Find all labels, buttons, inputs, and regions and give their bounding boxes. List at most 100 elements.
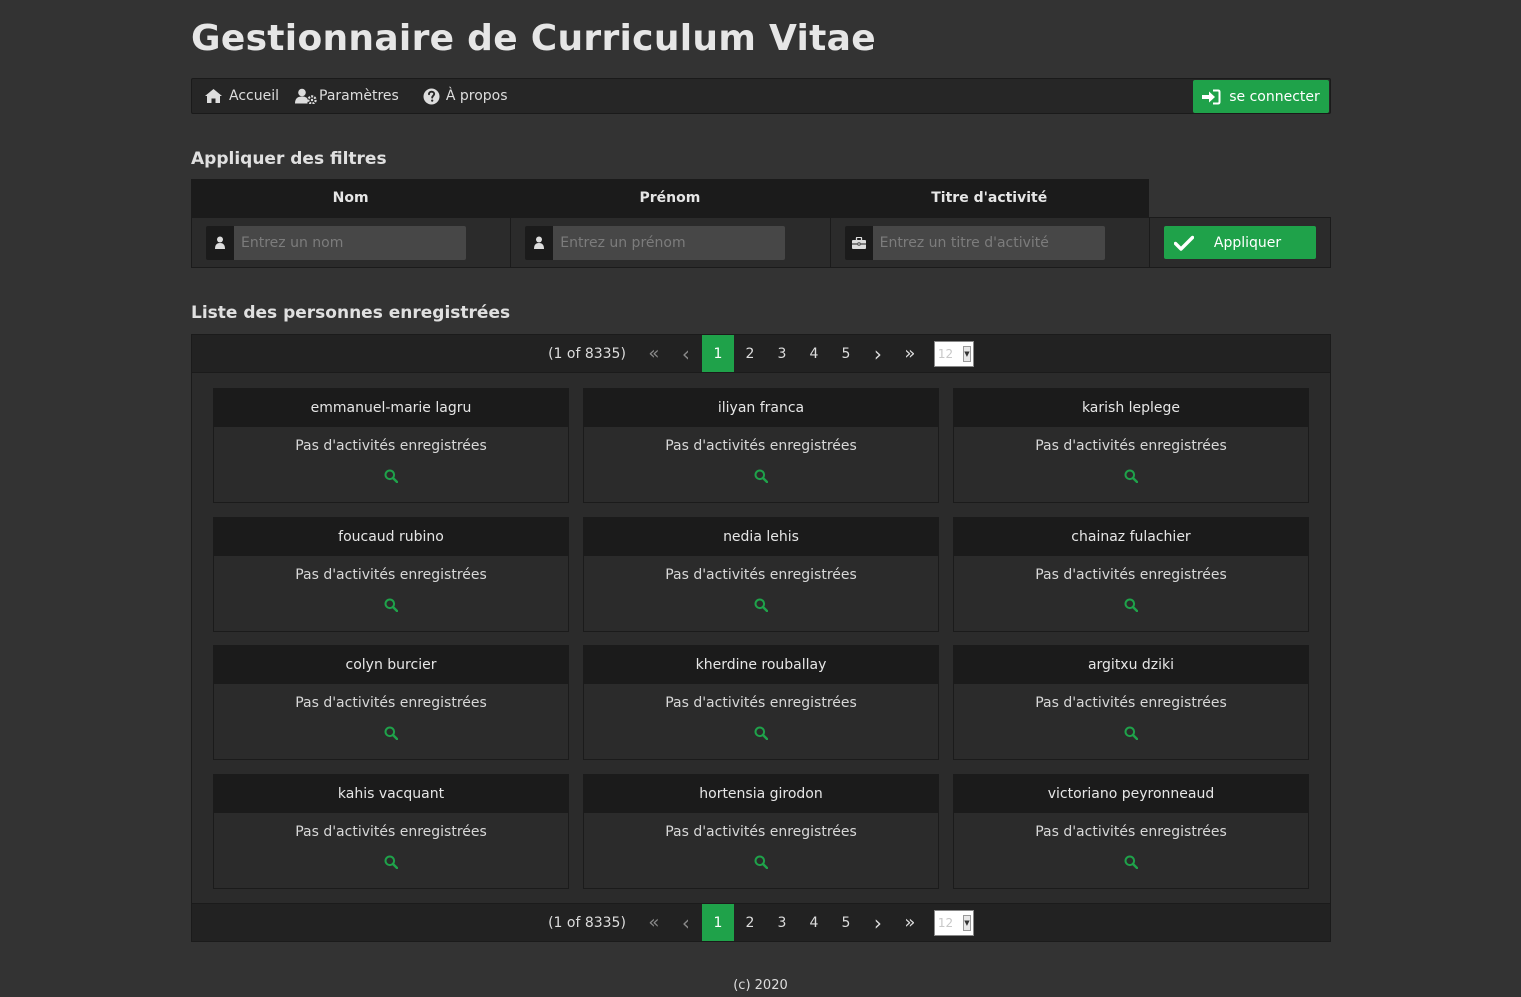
person-name: hortensia girodon (584, 775, 938, 813)
prev-page-button[interactable]: ‹ (670, 904, 702, 941)
page-button[interactable]: 2 (734, 904, 766, 941)
list-heading: Liste des personnes enregistrées (191, 303, 511, 323)
person-card: chainaz fulachier Pas d'activités enregi… (953, 517, 1309, 632)
view-search-icon[interactable] (754, 597, 769, 616)
rows-per-page-select[interactable]: 12 ▼ (933, 340, 974, 367)
rows-per-page-value: 12 (937, 915, 954, 930)
person-name: kahis vacquant (214, 775, 568, 813)
activity-filter-group (844, 225, 1105, 260)
person-name: argitxu dziki (954, 646, 1308, 684)
apply-filters-label: Appliquer (1213, 234, 1282, 251)
activity-filter-input[interactable] (872, 225, 1105, 260)
view-search-icon[interactable] (754, 854, 769, 873)
activity-status: Pas d'activités enregistrées (295, 824, 487, 840)
menu-item-settings[interactable]: Paramètres (295, 88, 399, 104)
person-card: emmanuel-marie lagru Pas d'activités enr… (213, 388, 569, 503)
page-report: (1 of 8335) (548, 914, 626, 931)
home-icon (205, 89, 222, 103)
view-search-icon[interactable] (1124, 597, 1139, 616)
page-button[interactable]: 2 (734, 335, 766, 372)
person-name: chainaz fulachier (954, 518, 1308, 556)
last-page-button[interactable]: » (894, 335, 926, 372)
person-name: kherdine rouballay (584, 646, 938, 684)
people-list: (1 of 8335) « ‹ 1 2 3 4 5 › » 12 ▼ emman… (191, 334, 1331, 942)
page-button[interactable]: 1 (701, 904, 734, 941)
view-search-icon[interactable] (1124, 468, 1139, 487)
page-button[interactable]: 3 (766, 335, 798, 372)
firstname-filter-group (525, 225, 786, 260)
page-button[interactable]: 5 (830, 335, 862, 372)
prev-page-button[interactable]: ‹ (670, 335, 702, 372)
activity-status: Pas d'activités enregistrées (665, 695, 857, 711)
check-icon (1173, 235, 1194, 251)
login-button[interactable]: se connecter (1193, 80, 1329, 113)
person-name: iliyan franca (584, 389, 938, 427)
menu-item-about-label: À propos (445, 88, 508, 104)
person-card: kherdine rouballay Pas d'activités enreg… (583, 645, 939, 760)
user-icon (206, 225, 234, 260)
paginator-top: (1 of 8335) « ‹ 1 2 3 4 5 › » 12 ▼ (192, 335, 1330, 373)
first-page-button[interactable]: « (638, 904, 670, 941)
filters-table: Nom Prénom Titre d'activité Entrez un no… (191, 179, 1331, 268)
next-page-button[interactable]: › (862, 904, 894, 941)
person-card: argitxu dziki Pas d'activités enregistré… (953, 645, 1309, 760)
menu-item-home-label: Accueil (229, 88, 279, 104)
page-title: Gestionnaire de Curriculum Vitae (191, 18, 876, 59)
user-gear-icon (295, 88, 317, 104)
activity-status: Pas d'activités enregistrées (665, 567, 857, 583)
person-card: foucaud rubino Pas d'activités enregistr… (213, 517, 569, 632)
page-button[interactable]: 4 (798, 904, 830, 941)
activity-status: Pas d'activités enregistrées (1035, 824, 1227, 840)
activity-status: Pas d'activités enregistrées (295, 438, 487, 454)
paginator-bottom: (1 of 8335) « ‹ 1 2 3 4 5 › » 12 ▼ (192, 903, 1330, 941)
activity-status: Pas d'activités enregistrées (1035, 695, 1227, 711)
menu-item-home[interactable]: Accueil (204, 88, 279, 104)
login-button-label: se connecter (1229, 88, 1320, 105)
footer-copyright: (c) 2020 (733, 978, 788, 993)
view-search-icon[interactable] (754, 725, 769, 744)
view-search-icon[interactable] (384, 725, 399, 744)
view-search-icon[interactable] (384, 597, 399, 616)
name-filter-group (206, 225, 466, 260)
activity-status: Pas d'activités enregistrées (295, 695, 487, 711)
view-search-icon[interactable] (1124, 854, 1139, 873)
last-page-button[interactable]: » (894, 904, 926, 941)
page-button[interactable]: 1 (701, 335, 734, 372)
person-name: emmanuel-marie lagru (214, 389, 568, 427)
filter-header-firstname: Prénom (510, 179, 830, 217)
menu-item-about[interactable]: À propos (423, 88, 508, 105)
person-card: nedia lehis Pas d'activités enregistrées (583, 517, 939, 632)
filters-heading: Appliquer des filtres (191, 149, 387, 169)
main-menubar: Accueil Paramètres À propos se connecter (191, 78, 1331, 114)
question-circle-icon (423, 88, 440, 104)
person-name: victoriano peyronneaud (954, 775, 1308, 813)
rows-per-page-select[interactable]: 12 ▼ (933, 909, 974, 936)
activity-status: Pas d'activités enregistrées (665, 438, 857, 454)
view-search-icon[interactable] (754, 468, 769, 487)
filter-header-name: Nom (191, 179, 511, 217)
dropdown-arrow-icon: ▼ (962, 914, 971, 931)
view-search-icon[interactable] (384, 854, 399, 873)
person-card: victoriano peyronneaud Pas d'activités e… (953, 774, 1309, 889)
page-report: (1 of 8335) (548, 345, 626, 362)
dropdown-arrow-icon: ▼ (962, 345, 971, 362)
person-name: foucaud rubino (214, 518, 568, 556)
filter-header-activity: Titre d'activité (829, 179, 1149, 217)
next-page-button[interactable]: › (862, 335, 894, 372)
person-card: colyn burcier Pas d'activités enregistré… (213, 645, 569, 760)
rows-per-page-value: 12 (937, 346, 954, 361)
firstname-filter-input[interactable] (553, 225, 786, 260)
person-card: iliyan franca Pas d'activités enregistré… (583, 388, 939, 503)
page-button[interactable]: 3 (766, 904, 798, 941)
page-button[interactable]: 5 (830, 904, 862, 941)
view-search-icon[interactable] (1124, 725, 1139, 744)
first-page-button[interactable]: « (638, 335, 670, 372)
view-search-icon[interactable] (384, 468, 399, 487)
name-filter-input[interactable] (234, 225, 466, 260)
page-button[interactable]: 4 (798, 335, 830, 372)
person-name: nedia lehis (584, 518, 938, 556)
apply-filters-button[interactable]: Appliquer (1163, 226, 1316, 259)
menu-item-settings-label: Paramètres (319, 88, 399, 104)
activity-status: Pas d'activités enregistrées (295, 567, 487, 583)
activity-status: Pas d'activités enregistrées (1035, 438, 1227, 454)
